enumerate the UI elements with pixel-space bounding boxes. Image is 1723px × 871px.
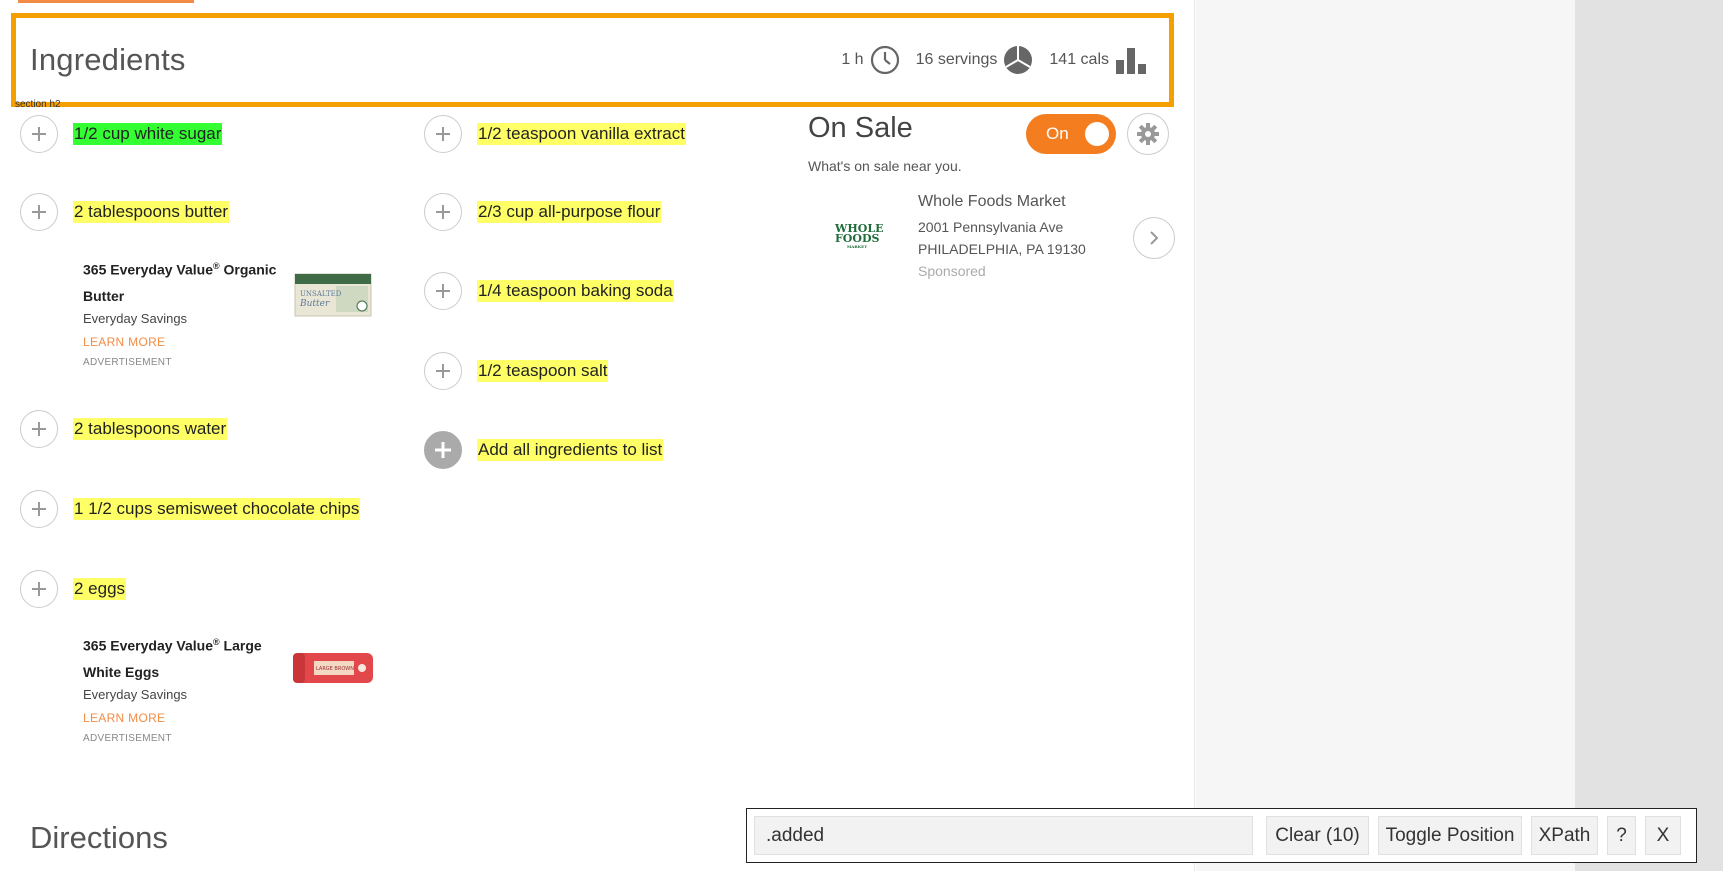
ingredient-item[interactable]: 2/3 cup all-purpose flour — [424, 193, 662, 231]
add-ingredient-button[interactable] — [20, 570, 58, 608]
toggle-position-button[interactable]: Toggle Position — [1378, 816, 1522, 855]
meta-servings: 16 servings — [916, 45, 1034, 75]
ad-label: ADVERTISEMENT — [83, 356, 172, 368]
store-name: Whole Foods Market — [918, 193, 1066, 210]
meta-servings-text: 16 servings — [915, 51, 998, 68]
help-button[interactable]: ? — [1607, 816, 1636, 855]
page-gutter — [1575, 0, 1723, 871]
add-all-button[interactable] — [424, 431, 462, 469]
meta-calories: 141 cals — [1049, 45, 1147, 75]
meta-time: 1 h — [841, 45, 899, 75]
selector-toolbar: .added Clear (10) Toggle Position XPath … — [746, 808, 1697, 863]
plus-icon — [32, 127, 46, 141]
active-tab-indicator — [18, 0, 194, 3]
selector-label-tag: section h2 — [15, 99, 61, 110]
eggs-product-image[interactable]: LARGE BROWN — [292, 650, 374, 691]
plus-icon — [32, 422, 46, 436]
ingredient-label: 1/2 cup white sugar — [73, 123, 223, 145]
ingredient-item[interactable]: 1/4 teaspoon baking soda — [424, 272, 674, 310]
on-sale-settings-button[interactable] — [1127, 113, 1169, 155]
plus-icon — [32, 205, 46, 219]
ingredient-label: 2 tablespoons butter — [73, 201, 230, 223]
ingredient-item[interactable]: 2 tablespoons water — [20, 410, 228, 448]
add-all-label: Add all ingredients to list — [477, 439, 664, 461]
plus-icon — [32, 502, 46, 516]
plus-icon — [436, 284, 450, 298]
chevron-right-icon — [1150, 231, 1159, 245]
plus-icon — [436, 205, 450, 219]
ad-product-name: 365 Everyday Value® Large White Eggs — [83, 637, 262, 680]
ingredient-item[interactable]: 1/2 teaspoon salt — [424, 352, 609, 390]
svg-text:LARGE BROWN: LARGE BROWN — [316, 666, 354, 672]
ingredient-label: 1/2 teaspoon vanilla extract — [477, 123, 686, 145]
ingredients-title: Ingredients — [30, 42, 186, 77]
directions-title: Directions — [30, 820, 168, 855]
xpath-button[interactable]: XPath — [1531, 816, 1598, 855]
add-ingredient-button[interactable] — [424, 193, 462, 231]
toggle-label: On — [1046, 124, 1069, 143]
ingredient-label: 2/3 cup all-purpose flour — [477, 201, 662, 223]
recipe-meta: 1 h 16 servings 141 cals — [833, 18, 1147, 102]
add-ingredient-button[interactable] — [20, 410, 58, 448]
ingredients-header: Ingredients 1 h 16 servings 141 cals — [11, 13, 1174, 107]
plus-icon — [436, 364, 450, 378]
store-address-line1: 2001 Pennsylvania Ave — [918, 219, 1064, 235]
svg-text:Butter: Butter — [299, 299, 330, 309]
add-ingredient-button[interactable] — [20, 115, 58, 153]
ingredient-label: 2 tablespoons water — [73, 418, 228, 440]
add-ingredient-button[interactable] — [20, 193, 58, 231]
store-address-line2: PHILADELPHIA, PA 19130 — [918, 241, 1086, 257]
svg-text:UNSALTED: UNSALTED — [300, 290, 342, 298]
ad-learn-more-link[interactable]: LEARN MORE — [83, 711, 383, 725]
ingredient-label: 2 eggs — [73, 578, 127, 600]
gear-icon — [1137, 123, 1159, 145]
toggle-knob — [1085, 122, 1109, 146]
store-details-button[interactable] — [1133, 217, 1175, 259]
add-ingredient-button[interactable] — [20, 490, 58, 528]
close-button[interactable]: X — [1645, 816, 1681, 855]
sidebar-panel — [1196, 0, 1575, 871]
add-ingredient-button[interactable] — [424, 272, 462, 310]
plus-icon — [435, 442, 451, 458]
ad-product-name: 365 Everyday Value® Organic Butter — [83, 261, 277, 304]
add-all-ingredients[interactable]: Add all ingredients to list — [424, 431, 664, 469]
sponsored-label: Sponsored — [918, 263, 986, 279]
ingredient-item[interactable]: 1/2 teaspoon vanilla extract — [424, 115, 686, 153]
ingredient-item[interactable]: 2 tablespoons butter — [20, 193, 230, 231]
plus-icon — [436, 127, 450, 141]
ingredient-label: 1/4 teaspoon baking soda — [477, 280, 674, 302]
clear-button[interactable]: Clear (10) — [1266, 816, 1369, 855]
selector-input[interactable]: .added — [754, 816, 1253, 855]
servings-pie-icon — [1004, 46, 1033, 74]
ingredient-item[interactable]: 1/2 cup white sugar — [20, 115, 223, 153]
on-sale-title: On Sale — [808, 112, 913, 144]
on-sale-toggle[interactable]: On — [1026, 114, 1116, 154]
ingredient-item[interactable]: 1 1/2 cups semisweet chocolate chips — [20, 490, 361, 528]
butter-product-image[interactable]: UNSALTED Butter — [294, 270, 372, 323]
add-ingredient-button[interactable] — [424, 115, 462, 153]
ingredient-label: 1/2 teaspoon salt — [477, 360, 609, 382]
plus-icon — [32, 582, 46, 596]
add-ingredient-button[interactable] — [424, 352, 462, 390]
whole-foods-logo: WHOLE FOODS MARKET — [835, 222, 884, 249]
meta-time-text: 1 h — [841, 51, 864, 68]
on-sale-subtitle: What's on sale near you. — [808, 158, 962, 174]
ad-learn-more-link[interactable]: LEARN MORE — [83, 335, 383, 349]
ad-label: ADVERTISEMENT — [83, 732, 172, 744]
nutrition-bar-chart-icon — [1116, 48, 1146, 74]
ingredient-item[interactable]: 2 eggs — [20, 570, 127, 608]
ingredient-label: 1 1/2 cups semisweet chocolate chips — [73, 498, 361, 520]
clock-icon — [870, 45, 899, 75]
meta-calories-text: 141 cals — [1049, 51, 1109, 68]
